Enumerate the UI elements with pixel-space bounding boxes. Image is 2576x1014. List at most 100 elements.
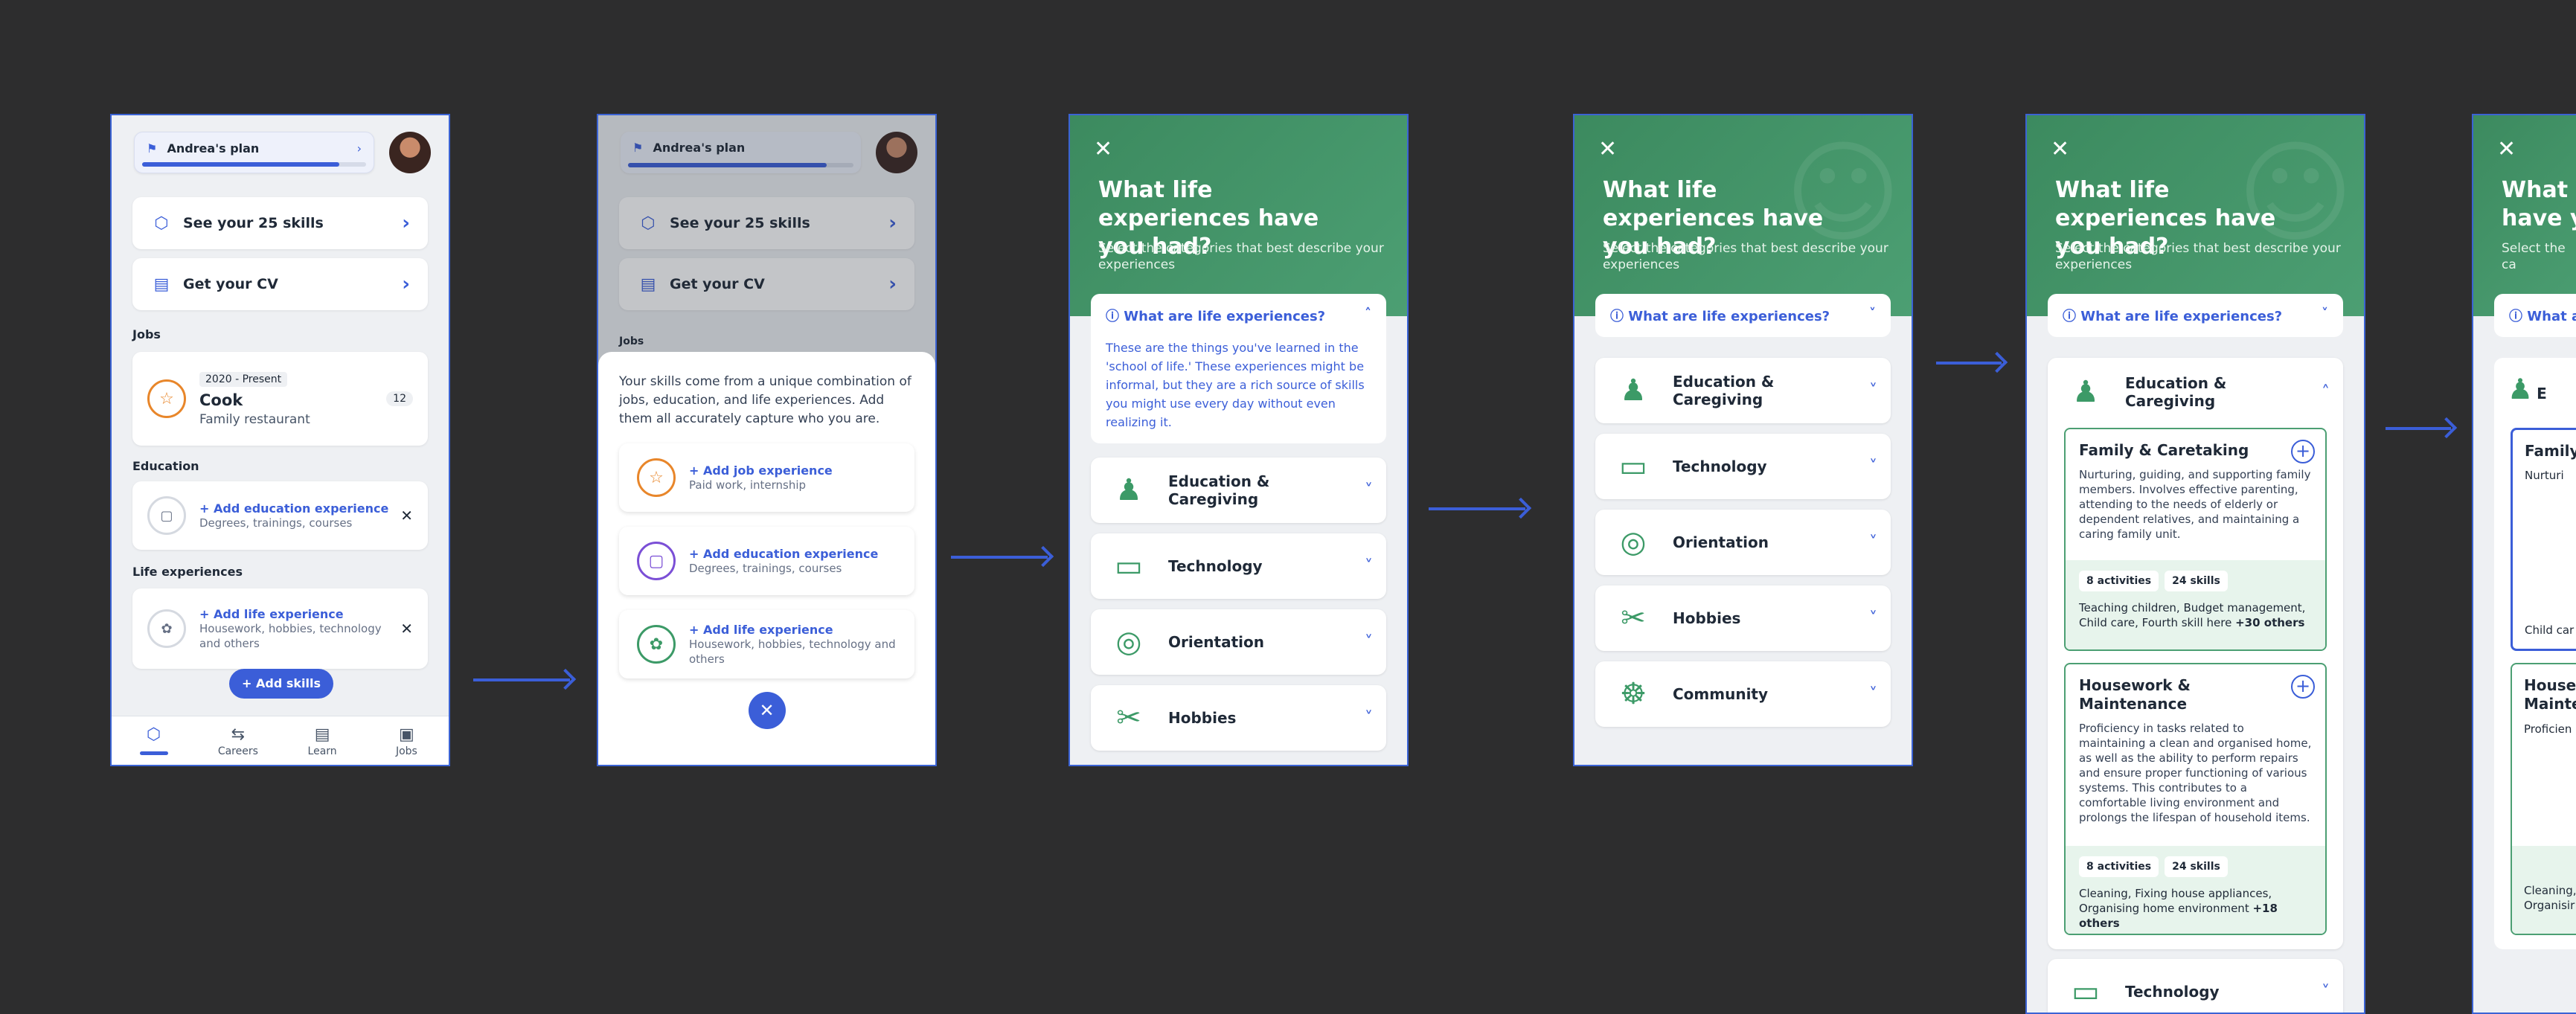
chevron-right-icon: › xyxy=(356,141,362,155)
sheet-option[interactable]: ✿ + Add life experience Housework, hobbies… xyxy=(619,610,914,678)
sheet-option[interactable]: ☆ + Add job experience Paid work, internsh… xyxy=(619,443,914,512)
category-illustration-icon: ▭ xyxy=(1115,549,1143,583)
chevron-down-icon: ˅ xyxy=(2322,306,2328,321)
category-illustration-icon: ☸ xyxy=(1620,677,1647,711)
experience-card-selected[interactable]: Family Nurturi Child car xyxy=(2511,428,2576,651)
close-icon[interactable]: ✕ xyxy=(2497,136,2516,162)
chevron-down-icon: ˅ xyxy=(1869,381,1877,400)
add-experience-icon[interactable]: + xyxy=(2291,675,2315,699)
add-experience-icon[interactable]: + xyxy=(2291,440,2315,463)
option-icon: ✿ xyxy=(637,625,676,664)
mask-watermark-icon: ☺ xyxy=(2237,129,2354,258)
chevron-down-icon: ˅ xyxy=(1869,533,1877,552)
add-skills-sheet: Your skills come from a unique combinati… xyxy=(598,352,935,765)
category-card[interactable]: ✂ Hobbies ˅ xyxy=(1595,585,1891,651)
category-illustration-icon: ◎ xyxy=(1115,625,1142,659)
signpost-icon: ⇆ xyxy=(231,725,246,744)
education-card[interactable]: ▢ + Add education experience Degrees, tr… xyxy=(132,481,428,550)
category-card[interactable]: ☸ Community ˅ xyxy=(1595,661,1891,727)
life-card[interactable]: ✿ + Add life experience Housework, hobbi… xyxy=(132,588,428,669)
close-icon[interactable]: ✕ xyxy=(1094,136,1112,162)
add-education-link[interactable]: + Add education experience xyxy=(199,501,400,516)
bottom-nav: ⬡ ⇆ Careers ▤ Learn ▣ Jobs xyxy=(112,716,449,765)
nav-jobs[interactable]: ▣ Jobs xyxy=(365,716,449,765)
flow-arrow xyxy=(1429,507,1525,510)
nav-careers[interactable]: ⇆ Careers xyxy=(196,716,280,765)
category-card[interactable]: ◎ Orientation ˅ xyxy=(1091,609,1386,675)
category-illustration-icon: ◎ xyxy=(1620,525,1647,559)
close-sheet-button[interactable]: ✕ xyxy=(748,692,786,729)
info-question: What are life experiences? xyxy=(1628,309,1830,324)
activities-count: 8 activities xyxy=(2079,571,2159,591)
plan-icon: ⚑ xyxy=(147,141,158,155)
life-experiences-screen-expanded-info: ✕ What life experiences have you had? Se… xyxy=(1068,114,1409,766)
sheet-option[interactable]: ▢ + Add education experience Degrees, trai… xyxy=(619,527,914,595)
avatar[interactable] xyxy=(389,132,431,173)
category-card[interactable]: ◎ Orientation ˅ xyxy=(1595,510,1891,575)
plan-title: Andrea's plan xyxy=(167,141,260,155)
life-header: ✕ What lihave yo Select the ca xyxy=(2473,115,2576,316)
info-accordion[interactable]: ⓘ What are life experiences? ˅ xyxy=(2048,294,2343,337)
option-label: + Add education experience xyxy=(689,546,879,561)
chevron-down-icon: ˅ xyxy=(1365,632,1373,652)
experience-card[interactable]: Housework & Maintenance + Proficiency in… xyxy=(2064,663,2327,935)
nav-home[interactable]: ⬡ xyxy=(112,716,196,765)
job-period: 2020 - Present xyxy=(199,371,288,387)
life-subtitle: Select the ca xyxy=(2502,241,2566,272)
category-label: Education & Caregiving xyxy=(2125,374,2227,410)
flow-arrow xyxy=(951,556,1048,559)
job-place: Family restaurant xyxy=(199,411,310,427)
life-sub: Housework, hobbies, technology and other… xyxy=(199,621,382,650)
mask-watermark-icon: ☺ xyxy=(1784,129,1901,258)
category-label: Technology xyxy=(1673,458,1767,475)
info-circle-icon: ⓘ xyxy=(1610,309,1624,324)
category-illustration-icon: ♟ xyxy=(1620,373,1647,408)
info-accordion[interactable]: ⓘ What are life experiences? ˄ These are… xyxy=(1091,294,1386,443)
category-illustration-icon: ✂ xyxy=(1116,701,1141,735)
plan-card[interactable]: ⚑ Andrea's plan › xyxy=(134,132,374,173)
add-skills-button[interactable]: + Add skills xyxy=(229,669,333,699)
life-header: ✕ What life experiences have you had? Se… xyxy=(1070,115,1407,316)
close-icon[interactable]: ✕ xyxy=(1598,136,1617,162)
category-label: Community xyxy=(1673,685,1769,703)
close-icon[interactable]: ✕ xyxy=(400,620,413,638)
chevron-right-icon: › xyxy=(402,212,410,234)
get-cv-button[interactable]: ▤ Get your CV › xyxy=(132,258,428,310)
option-sub: Housework, hobbies, technology and other… xyxy=(689,637,896,666)
skills-count: 24 skills xyxy=(2165,571,2228,591)
info-accordion[interactable]: ⓘ What a xyxy=(2494,294,2576,337)
chevron-up-icon[interactable]: ˄ xyxy=(2322,383,2330,402)
info-answer: These are the things you've learned in t… xyxy=(1106,341,1365,429)
option-sub: Degrees, trainings, courses xyxy=(689,561,842,575)
flow-arrow xyxy=(2386,427,2451,430)
add-life-link[interactable]: + Add life experience xyxy=(199,607,400,621)
jobs-heading: Jobs xyxy=(132,327,161,341)
experience-desc: Proficiency in tasks related to maintain… xyxy=(2079,722,2312,824)
category-card[interactable]: ✂ Hobbies ˅ xyxy=(1091,685,1386,751)
life-experiences-screen: ✕ What life experiences have you had? Se… xyxy=(1573,114,1913,766)
chevron-down-icon: ˅ xyxy=(1869,457,1877,476)
experience-card[interactable]: HousevMainte Proficien Cleaning,Organisi… xyxy=(2511,663,2576,935)
category-label: Orientation xyxy=(1168,633,1264,651)
category-card[interactable]: ▭ Technology ˅ xyxy=(1595,434,1891,499)
chevron-down-icon: ˅ xyxy=(2322,982,2330,1001)
experience-title: Housework & Maintenance xyxy=(2079,676,2191,713)
nav-learn[interactable]: ▤ Learn xyxy=(281,716,365,765)
close-icon[interactable]: ✕ xyxy=(2051,136,2069,162)
option-label: + Add life experience xyxy=(689,622,833,637)
category-card[interactable]: ♟ Education & Caregiving ˅ xyxy=(1595,358,1891,423)
experience-card[interactable]: Family & Caretaking + Nurturing, guiding… xyxy=(2064,428,2327,651)
info-accordion[interactable]: ⓘ What are life experiences? ˅ xyxy=(1595,294,1891,337)
experience-footer: 8 activities 24 skills Teaching children,… xyxy=(2066,560,2325,649)
chevron-down-icon: ˅ xyxy=(1365,556,1373,576)
flow-arrow xyxy=(473,678,570,681)
experience-examples: Cleaning, Fixing house appliances, Organ… xyxy=(2079,887,2272,915)
job-card[interactable]: ☆ 2020 - Present Cook Family restaurant … xyxy=(132,352,428,446)
category-label: Education & Caregiving xyxy=(1673,373,1775,408)
see-skills-button[interactable]: ⬡ See your 25 skills › xyxy=(132,197,428,249)
category-card[interactable]: ▭ Technology ˅ xyxy=(1091,533,1386,599)
category-card[interactable]: ♟ Education & Caregiving ˅ xyxy=(1091,458,1386,523)
job-title: Cook xyxy=(199,391,243,409)
category-technology[interactable]: ▭ Technology ˅ xyxy=(2048,959,2343,1013)
close-icon[interactable]: ✕ xyxy=(400,507,413,524)
